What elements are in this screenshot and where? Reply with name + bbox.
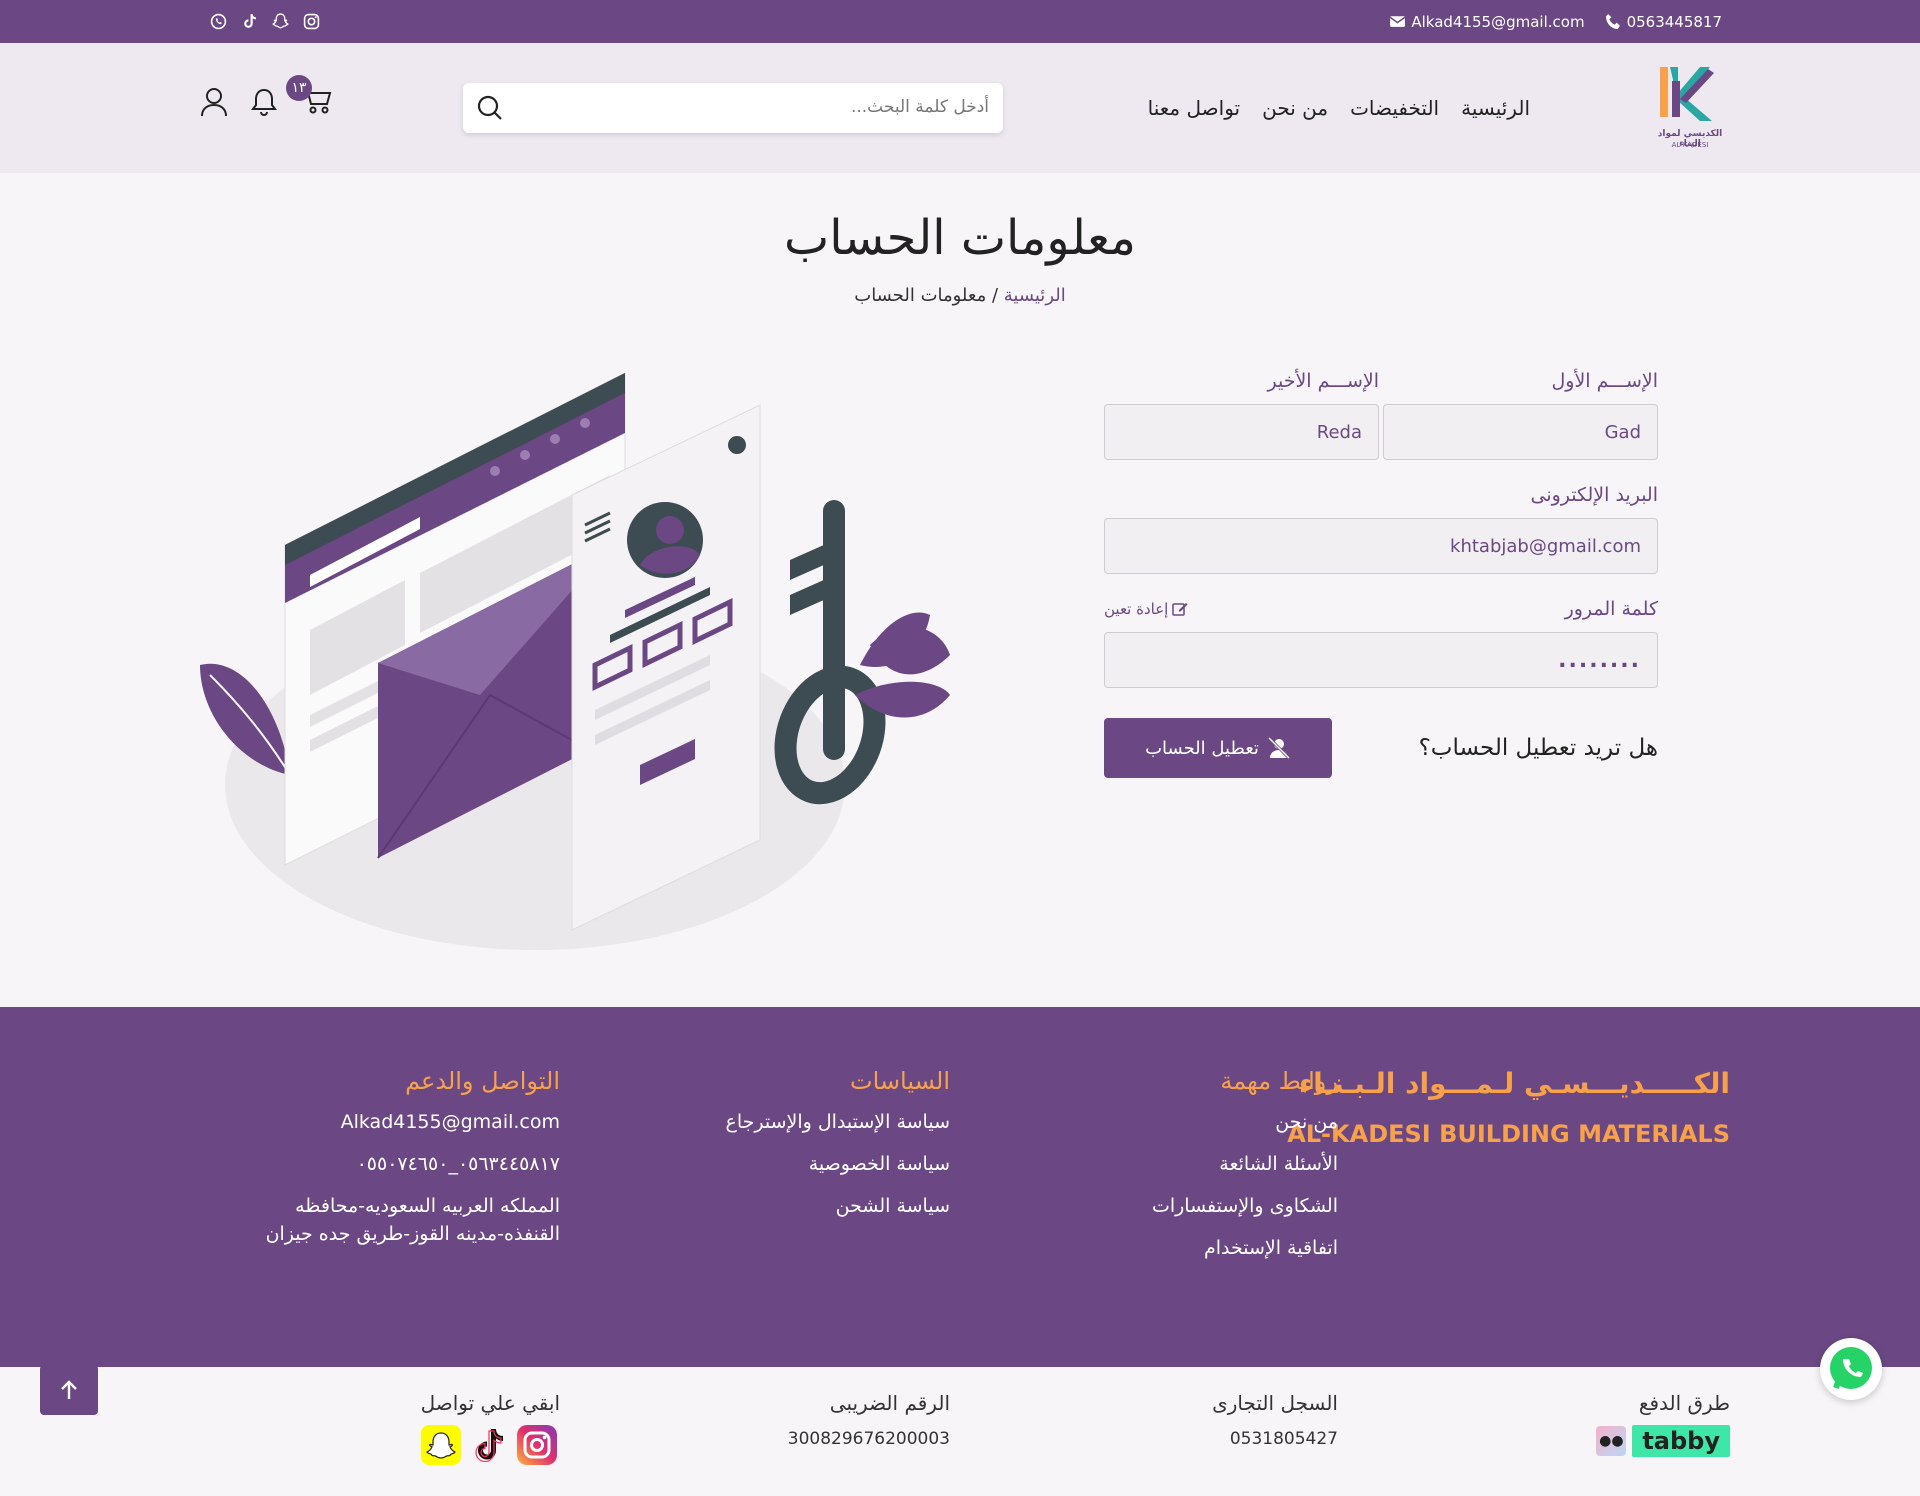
envelope-icon: [1389, 16, 1406, 27]
scroll-to-top-button[interactable]: [40, 1365, 98, 1415]
last-name-field[interactable]: Reda: [1104, 404, 1379, 460]
footer-link-about[interactable]: من نحن: [1152, 1111, 1338, 1133]
deactivate-question: هل تريد تعطيل الحساب؟: [1418, 735, 1658, 761]
header-icons: ١٣: [200, 75, 332, 119]
first-name-field[interactable]: Gad: [1383, 404, 1658, 460]
payment-card-icon: ●●: [1596, 1426, 1627, 1456]
follow-us: ابقي علي تواصل: [420, 1391, 560, 1465]
password-field[interactable]: ........: [1104, 632, 1658, 688]
footer-support-address-2: القنفذه-مدينه القوز-طريق جده جيزان: [265, 1223, 560, 1245]
nav-contact[interactable]: تواصل معنا: [1148, 96, 1240, 120]
top-socials: [210, 0, 320, 43]
tiktok-icon[interactable]: [241, 13, 258, 30]
follow-title: ابقي علي تواصل: [420, 1391, 560, 1415]
account-illustration: [200, 372, 950, 950]
footer-support: التواصل والدعم Alkad4155@gmail.com ٠٥٦٣٤…: [266, 1067, 560, 1265]
site-header: الكديسي لمواد البناء AL-KADESI الرئيسية …: [0, 43, 1920, 173]
whatsapp-icon[interactable]: [210, 13, 227, 30]
nav-about[interactable]: من نحن: [1262, 96, 1328, 120]
footer-link-complaints[interactable]: الشكاوى والإستفسارات: [1152, 1195, 1338, 1217]
footer-link-faq[interactable]: الأسئلة الشائعة: [1152, 1153, 1338, 1175]
deactivate-button-label: تعطيل الحساب: [1145, 737, 1259, 759]
breadcrumb-home[interactable]: الرئيسية: [1004, 285, 1066, 306]
breadcrumb-separator: /: [986, 285, 1004, 306]
tax-number: الرقم الضريبى 300829676200003: [788, 1391, 950, 1449]
reset-password-link[interactable]: إعادة تعين: [1104, 600, 1188, 618]
instagram-icon[interactable]: [303, 13, 320, 30]
footer-support-address-1: المملكه العربيه السعوديه-محافظه: [295, 1195, 560, 1217]
search-input[interactable]: أدخل كلمة البحث...: [851, 97, 989, 117]
tiktok-icon[interactable]: [469, 1425, 509, 1465]
footer-brand: الكـــــديـــسـي لـمـــواد الـبـنـاء AL-…: [1287, 1067, 1730, 1148]
footer-brand-ar: الكـــــديـــسـي لـمـــواد الـبـنـاء: [1298, 1067, 1730, 1100]
page-title: معلومات الحساب: [784, 210, 1136, 266]
top-email-text: Alkad4155@gmail.com: [1411, 12, 1585, 31]
payment-title: طرق الدفع: [1638, 1391, 1730, 1415]
first-name-label: الإســـم الأول: [1551, 370, 1658, 392]
last-name-group: الإســـم الأخير Reda: [1104, 370, 1379, 460]
search-box[interactable]: أدخل كلمة البحث...: [463, 83, 1003, 133]
footer-brand-en: AL-KADESI BUILDING MATERIALS: [1287, 1120, 1730, 1148]
cr-value: 0531805427: [1229, 1429, 1338, 1449]
password-label: كلمة المرور: [1564, 598, 1658, 620]
top-phone-text: 0563445817: [1626, 12, 1722, 31]
commercial-register: السجل التجارى 0531805427: [1212, 1391, 1338, 1449]
cart[interactable]: ١٣: [286, 75, 332, 119]
follow-socials: [420, 1425, 560, 1465]
arrow-up-icon: [61, 1380, 77, 1399]
payment-methods: طرق الدفع ●● tabby: [1596, 1391, 1730, 1457]
breadcrumb: الرئيسية / معلومات الحساب: [0, 285, 1920, 306]
logo-text-en: AL-KADESI: [1671, 141, 1709, 149]
footer-policies: السياسات سياسة الإستبدال والإسترجاع سياس…: [726, 1067, 950, 1237]
account-form: الإســـم الأول Gad الإســـم الأخير Reda …: [1104, 370, 1658, 778]
last-name-label: الإســـم الأخير: [1267, 370, 1380, 392]
snapchat-icon[interactable]: [420, 1425, 461, 1465]
whatsapp-float-button[interactable]: [1820, 1338, 1882, 1400]
bottom-bar: طرق الدفع ●● tabby السجل التجارى 0531805…: [0, 1367, 1920, 1496]
tax-title: الرقم الضريبى: [829, 1391, 950, 1415]
footer-policy-shipping[interactable]: سياسة الشحن: [726, 1195, 950, 1217]
footer-support-title: التواصل والدعم: [405, 1067, 560, 1095]
cr-title: السجل التجارى: [1212, 1391, 1338, 1415]
deactivate-account-button[interactable]: تعطيل الحساب: [1104, 718, 1332, 778]
whatsapp-icon: [1830, 1347, 1872, 1389]
footer-links: روابط مهمة من نحن الأسئلة الشائعة الشكاو…: [1152, 1067, 1338, 1279]
first-name-group: الإســـم الأول Gad: [1383, 370, 1658, 460]
edit-icon: [1172, 603, 1188, 616]
main-nav: الرئيسية التخفيضات من نحن تواصل معنا: [1148, 43, 1530, 173]
footer-policy-privacy[interactable]: سياسة الخصوصية: [726, 1153, 950, 1175]
top-phone[interactable]: 0563445817: [1605, 13, 1722, 31]
name-row: الإســـم الأول Gad الإســـم الأخير Reda: [1104, 370, 1658, 460]
top-contact: Alkad4155@gmail.com 0563445817: [1389, 0, 1722, 43]
top-bar: Alkad4155@gmail.com 0563445817: [0, 0, 1920, 43]
user-slash-icon: [1267, 737, 1290, 759]
search-icon[interactable]: [477, 95, 503, 121]
footer-link-terms[interactable]: اتفاقية الإستخدام: [1152, 1237, 1338, 1259]
phone-icon: [1605, 14, 1620, 29]
tabby-logo: tabby: [1632, 1425, 1730, 1457]
bell-icon[interactable]: [250, 87, 278, 117]
reset-password-text: إعادة تعين: [1104, 600, 1169, 618]
snapchat-icon[interactable]: [272, 13, 289, 30]
cart-count-badge: ١٣: [286, 75, 312, 101]
footer-policy-return[interactable]: سياسة الإستبدال والإسترجاع: [726, 1111, 950, 1133]
site-logo[interactable]: الكديسي لمواد البناء AL-KADESI: [1650, 59, 1730, 159]
email-label: البريد الإلكترونى: [1530, 484, 1659, 506]
footer-links-title: روابط مهمة: [1220, 1067, 1338, 1095]
top-email[interactable]: Alkad4155@gmail.com: [1389, 12, 1585, 31]
user-icon[interactable]: [200, 87, 228, 117]
tax-value: 300829676200003: [787, 1429, 950, 1449]
site-footer: الكـــــديـــسـي لـمـــواد الـبـنـاء AL-…: [0, 1007, 1920, 1367]
payment-logos: ●● tabby: [1596, 1425, 1730, 1457]
password-label-row: كلمة المرور إعادة تعين: [1104, 598, 1658, 620]
email-field[interactable]: khtabjab@gmail.com: [1104, 518, 1658, 574]
footer-support-phones[interactable]: ٠٥٦٣٤٤٥٨١٧_٠٥٥٠٧٤٦٥٠: [266, 1153, 560, 1175]
nav-home[interactable]: الرئيسية: [1461, 96, 1530, 120]
footer-policies-title: السياسات: [850, 1067, 950, 1095]
deactivate-row: هل تريد تعطيل الحساب؟ تعطيل الحساب: [1104, 718, 1658, 778]
instagram-icon[interactable]: [516, 1425, 557, 1465]
footer-support-email[interactable]: Alkad4155@gmail.com: [266, 1111, 560, 1133]
breadcrumb-current: معلومات الحساب: [854, 285, 987, 306]
nav-discounts[interactable]: التخفيضات: [1350, 96, 1439, 120]
